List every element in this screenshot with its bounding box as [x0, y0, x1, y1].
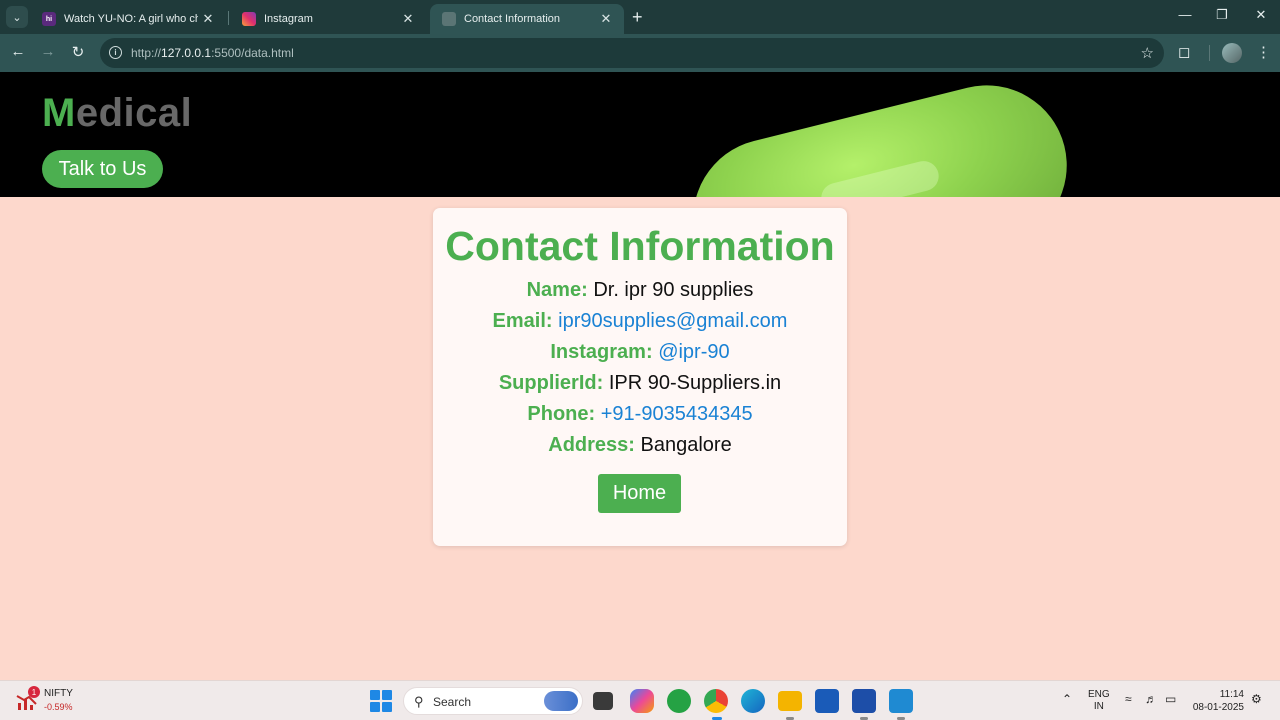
tab-yuno[interactable]: hi Watch YU-NO: A girl who chant ✕ — [30, 4, 226, 34]
search-highlight-image — [544, 691, 578, 711]
globe-favicon-icon — [442, 12, 456, 26]
task-view-icon[interactable] — [593, 692, 613, 710]
microsoft-store-icon[interactable] — [815, 689, 839, 713]
new-tab-icon[interactable]: + — [632, 8, 643, 26]
url-prefix: http:// — [131, 46, 162, 60]
extensions-puzzle-icon[interactable]: ◻ — [1178, 43, 1190, 61]
tab-divider — [228, 11, 229, 25]
row-label: Phone: — [527, 403, 596, 425]
address-bar[interactable]: i http://127.0.0.1:5500/data.html ☆ — [100, 38, 1164, 68]
tab-search-chevron-icon[interactable]: ⌄ — [6, 6, 28, 28]
windows-start-icon[interactable] — [370, 690, 392, 712]
contact-row-name: Name: Dr. ipr 90 supplies — [433, 279, 847, 302]
contact-card: Contact Information Name: Dr. ipr 90 sup… — [433, 208, 847, 546]
browser-toolbar: ← → ↻ i http://127.0.0.1:5500/data.html … — [0, 34, 1280, 72]
language-code: ENG — [1088, 689, 1110, 700]
clock-date: 08-01-2025 — [1192, 702, 1244, 713]
row-value: Bangalore — [640, 434, 732, 456]
tab-contact-information[interactable]: Contact Information ✕ — [430, 4, 624, 34]
contact-row-supplier-id: SupplierId: IPR 90-Suppliers.in — [433, 372, 847, 395]
url-text[interactable]: http://127.0.0.1:5500/data.html — [131, 46, 294, 60]
bookmark-star-icon[interactable]: ☆ — [1141, 44, 1154, 62]
browser-tab-strip: ⌄ hi Watch YU-NO: A girl who chant ✕ Ins… — [0, 0, 1280, 34]
forward-arrow-icon[interactable]: → — [38, 43, 58, 60]
battery-icon[interactable]: ▭ — [1165, 693, 1176, 705]
chrome-icon[interactable] — [704, 689, 728, 713]
language-indicator[interactable]: ENG IN — [1088, 689, 1110, 713]
instagram-link[interactable]: @ipr-90 — [658, 341, 729, 363]
more-menu-icon[interactable]: ⋮ — [1256, 43, 1271, 61]
row-label: Address: — [548, 434, 635, 456]
file-explorer-icon[interactable] — [778, 691, 802, 711]
row-value: IPR 90-Suppliers.in — [608, 372, 782, 394]
word-icon[interactable] — [852, 689, 876, 713]
notification-badge: 1 — [28, 686, 40, 698]
row-label: Instagram: — [550, 341, 653, 363]
row-label: Name: — [526, 279, 588, 301]
url-path: :5500/data.html — [211, 46, 294, 60]
vscode-icon[interactable] — [889, 689, 913, 713]
close-window-icon[interactable]: ✕ — [1246, 7, 1276, 23]
tab-title: Instagram — [264, 13, 313, 25]
notifications-bell-icon[interactable]: ⚙ — [1251, 693, 1262, 705]
talk-to-us-button[interactable]: Talk to Us — [42, 150, 163, 188]
maximize-icon[interactable]: ❐ — [1207, 7, 1237, 23]
wifi-icon[interactable]: ≈ — [1125, 693, 1132, 705]
close-tab-icon[interactable]: ✕ — [596, 11, 616, 27]
toolbar-divider — [1209, 45, 1210, 61]
logo-rest: edical — [75, 91, 193, 135]
region-code: IN — [1093, 701, 1104, 712]
chevron-up-icon[interactable]: ⌃ — [1062, 693, 1072, 705]
copilot-icon[interactable] — [630, 689, 654, 713]
row-label: SupplierId: — [498, 372, 604, 394]
back-arrow-icon[interactable]: ← — [8, 43, 28, 60]
email-link[interactable]: ipr90supplies@gmail.com — [558, 310, 787, 332]
taskbar-search[interactable]: ⚲ Search — [403, 687, 583, 715]
logo-initial: M — [42, 91, 76, 135]
edge-icon[interactable] — [741, 689, 765, 713]
system-clock[interactable]: 11:14 08-01-2025 — [1190, 688, 1244, 714]
search-label: Search — [433, 695, 472, 709]
phone-link[interactable]: +91-9035434345 — [601, 403, 753, 425]
row-value: Dr. ipr 90 supplies — [593, 279, 754, 301]
contact-row-phone: Phone: +91-9035434345 — [433, 403, 847, 426]
clock-time: 11:14 — [1219, 689, 1244, 700]
tab-title: Watch YU-NO: A girl who chant — [64, 13, 198, 25]
close-tab-icon[interactable]: ✕ — [398, 11, 418, 27]
instagram-favicon-icon — [242, 12, 256, 26]
site-logo: Medical — [42, 91, 192, 136]
contact-row-address: Address: Bangalore — [433, 434, 847, 457]
site-info-icon[interactable]: i — [109, 46, 122, 59]
tab-instagram[interactable]: Instagram ✕ — [230, 4, 426, 34]
tab-title: Contact Information — [464, 13, 560, 25]
stock-change: -0.59% — [44, 702, 73, 712]
minimize-icon[interactable]: — — [1170, 7, 1200, 22]
hero-header: Medical Talk to Us — [0, 72, 1280, 197]
stock-name[interactable]: NIFTY — [44, 688, 73, 699]
windows-taskbar: 1 NIFTY -0.59% ⚲ Search ⌃ ENG IN ≈ ♬ ▭ 1… — [0, 680, 1280, 720]
page-title: Contact Information — [445, 223, 835, 269]
home-button[interactable]: Home — [598, 474, 681, 513]
yuno-favicon-icon: hi — [42, 12, 56, 26]
row-label: Email: — [492, 310, 553, 332]
url-host: 127.0.0.1 — [161, 46, 212, 60]
profile-avatar[interactable] — [1222, 43, 1242, 63]
volume-icon[interactable]: ♬ — [1145, 693, 1157, 705]
contact-row-email: Email: ipr90supplies@gmail.com — [433, 310, 847, 333]
contact-row-instagram: Instagram: @ipr-90 — [433, 341, 847, 364]
reload-icon[interactable]: ↻ — [68, 43, 88, 61]
close-tab-icon[interactable]: ✕ — [198, 11, 218, 27]
search-icon: ⚲ — [414, 694, 424, 709]
whatsapp-icon[interactable] — [667, 689, 691, 713]
